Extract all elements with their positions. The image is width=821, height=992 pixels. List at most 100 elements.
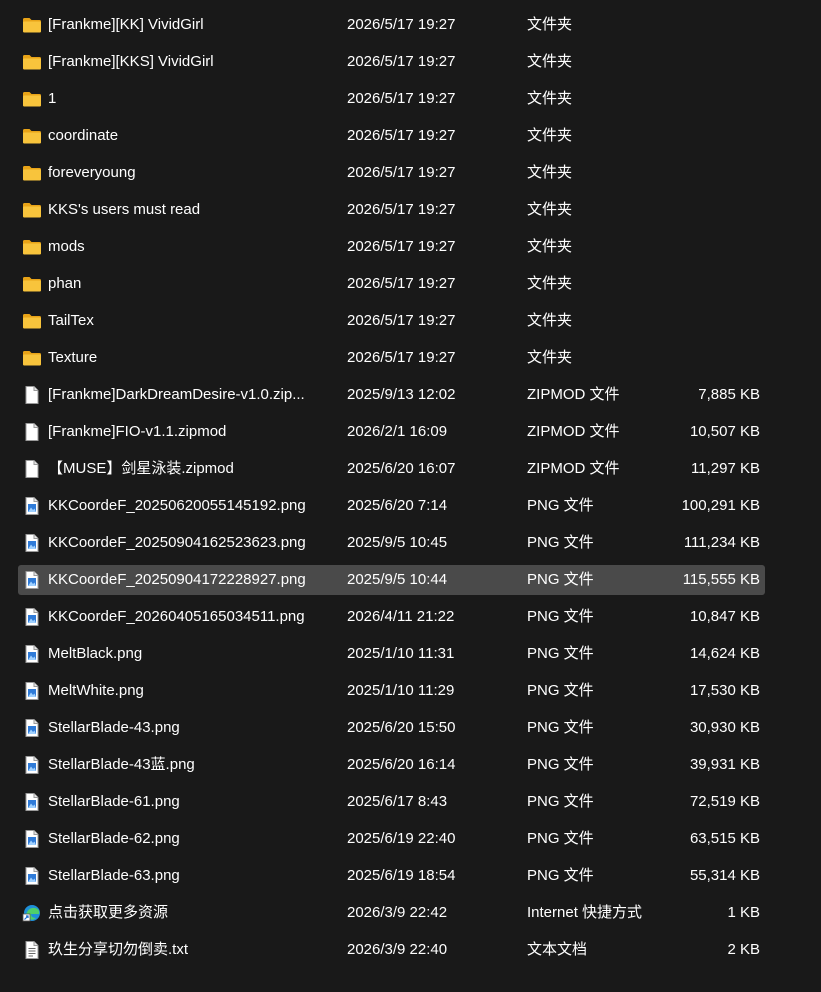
folder-icon: [22, 275, 42, 293]
file-date-modified: 2025/9/13 12:02: [347, 386, 456, 403]
file-name: 玖生分享切勿倒卖.txt: [48, 941, 189, 958]
file-row[interactable]: MeltBlack.png 2025/1/10 11:31 PNG 文件 14,624…: [18, 639, 765, 669]
file-row[interactable]: 玖生分享切勿倒卖.txt 2026/3/9 22:40 文本文档 2 KB: [18, 935, 765, 965]
edge-shortcut-icon: [22, 904, 42, 922]
file-row[interactable]: KKCoordeF_20260405165034511.png 2026/4/11…: [18, 602, 765, 632]
file-row[interactable]: KKCoordeF_20250904172228927.png 2025/9/5 …: [18, 565, 765, 595]
file-row[interactable]: 点击获取更多资源 2026/3/9 22:42 Internet 快捷方式 1 KB: [18, 898, 765, 928]
file-date-modified: 2026/3/9 22:40: [347, 941, 448, 958]
file-date-modified: 2026/2/1 16:09: [347, 423, 448, 440]
file-type: 文件夹: [527, 127, 573, 144]
file-type: 文件夹: [527, 16, 573, 33]
file-row[interactable]: coordinate 2026/5/17 19:27 文件夹: [18, 121, 765, 151]
file-type: 文件夹: [527, 312, 573, 329]
file-date-modified: 2026/5/17 19:27: [347, 90, 456, 107]
file-icon: [22, 460, 42, 478]
file-row[interactable]: [Frankme][KKS] VividGirl 2026/5/17 19:27 文…: [18, 47, 765, 77]
file-row[interactable]: [Frankme]FIO-v1.1.zipmod 2026/2/1 16:09 ZI…: [18, 417, 765, 447]
file-date-modified: 2026/5/17 19:27: [347, 238, 456, 255]
file-date-modified: 2026/5/17 19:27: [347, 164, 456, 181]
file-row[interactable]: mods 2026/5/17 19:27 文件夹: [18, 232, 765, 262]
file-type: 文件夹: [527, 164, 573, 181]
file-type: Internet 快捷方式: [527, 904, 643, 921]
file-name: [Frankme]DarkDreamDesire-v1.0.zip...: [48, 386, 305, 403]
file-row[interactable]: KKCoordeF_20250620055145192.png 2025/6/20…: [18, 491, 765, 521]
file-name: KKCoordeF_20250904172228927.png: [48, 571, 306, 588]
file-name: StellarBlade-61.png: [48, 793, 180, 810]
file-date-modified: 2026/3/9 22:42: [347, 904, 448, 921]
file-row[interactable]: Texture 2026/5/17 19:27 文件夹: [18, 343, 765, 373]
file-type: PNG 文件: [527, 497, 594, 514]
file-size: 1 KB: [727, 904, 760, 921]
file-name: phan: [48, 275, 82, 292]
file-row[interactable]: StellarBlade-63.png 2025/6/19 18:54 PNG 文件…: [18, 861, 765, 891]
file-name: [Frankme][KK] VividGirl: [48, 16, 204, 33]
file-type: PNG 文件: [527, 682, 594, 699]
file-size: 39,931 KB: [689, 756, 760, 773]
file-size: 10,847 KB: [689, 608, 760, 625]
file-date-modified: 2026/5/17 19:27: [347, 201, 456, 218]
file-name: StellarBlade-63.png: [48, 867, 180, 884]
file-name: 点击获取更多资源: [48, 904, 169, 921]
file-type: PNG 文件: [527, 608, 594, 625]
file-type: 文件夹: [527, 349, 573, 366]
file-name: KKCoordeF_20250620055145192.png: [48, 497, 306, 514]
image-file-icon: [22, 756, 42, 774]
file-row[interactable]: StellarBlade-61.png 2025/6/17 8:43 PNG 文件 7…: [18, 787, 765, 817]
file-name: [Frankme][KKS] VividGirl: [48, 53, 214, 70]
folder-icon: [22, 201, 42, 219]
file-row[interactable]: KKCoordeF_20250904162523623.png 2025/9/5 …: [18, 528, 765, 558]
file-name: MeltWhite.png: [48, 682, 144, 699]
file-name: StellarBlade-62.png: [48, 830, 180, 847]
file-date-modified: 2025/6/19 22:40: [347, 830, 456, 847]
folder-icon: [22, 53, 42, 71]
image-file-icon: [22, 867, 42, 885]
file-row[interactable]: 1 2026/5/17 19:27 文件夹: [18, 84, 765, 114]
image-file-icon: [22, 645, 42, 663]
file-name: coordinate: [48, 127, 119, 144]
file-size: 55,314 KB: [689, 867, 760, 884]
image-file-icon: [22, 719, 42, 737]
file-date-modified: 2025/6/20 7:14: [347, 497, 448, 514]
file-row[interactable]: 【MUSE】剑星泳装.zipmod 2025/6/20 16:07 ZIPMOD 文…: [18, 454, 765, 484]
folder-icon: [22, 90, 42, 108]
folder-icon: [22, 312, 42, 330]
file-row[interactable]: StellarBlade-62.png 2025/6/19 22:40 PNG 文件…: [18, 824, 765, 854]
file-row[interactable]: TailTex 2026/5/17 19:27 文件夹: [18, 306, 765, 336]
file-date-modified: 2025/6/17 8:43: [347, 793, 448, 810]
file-row[interactable]: [Frankme][KK] VividGirl 2026/5/17 19:27 文件…: [18, 10, 765, 40]
file-date-modified: 2025/9/5 10:45: [347, 534, 448, 551]
file-name: 【MUSE】剑星泳装.zipmod: [48, 460, 234, 477]
file-date-modified: 2026/5/17 19:27: [347, 127, 456, 144]
file-name: [Frankme]FIO-v1.1.zipmod: [48, 423, 227, 440]
file-size: 2 KB: [727, 941, 760, 958]
file-name: StellarBlade-43.png: [48, 719, 180, 736]
file-row[interactable]: StellarBlade-43蓝.png 2025/6/20 16:14 PNG 文…: [18, 750, 765, 780]
image-file-icon: [22, 534, 42, 552]
file-type: PNG 文件: [527, 793, 594, 810]
file-size: 14,624 KB: [689, 645, 760, 662]
file-list: [Frankme][KK] VividGirl 2026/5/17 19:27 文件…: [0, 0, 821, 992]
file-name: mods: [48, 238, 85, 255]
file-size: 17,530 KB: [689, 682, 760, 699]
file-row[interactable]: MeltWhite.png 2025/1/10 11:29 PNG 文件 17,530…: [18, 676, 765, 706]
file-date-modified: 2025/1/10 11:31: [347, 645, 455, 662]
file-row[interactable]: foreveryoung 2026/5/17 19:27 文件夹: [18, 158, 765, 188]
file-size: 111,234 KB: [683, 534, 760, 551]
file-size: 63,515 KB: [689, 830, 760, 847]
file-row[interactable]: StellarBlade-43.png 2025/6/20 15:50 PNG 文件…: [18, 713, 765, 743]
file-type: 文件夹: [527, 275, 573, 292]
file-date-modified: 2025/1/10 11:29: [347, 682, 455, 699]
image-file-icon: [22, 830, 42, 848]
file-type: PNG 文件: [527, 830, 594, 847]
file-icon: [22, 386, 42, 404]
file-row[interactable]: [Frankme]DarkDreamDesire-v1.0.zip... 2025…: [18, 380, 765, 410]
file-type: PNG 文件: [527, 756, 594, 773]
folder-icon: [22, 349, 42, 367]
file-size: 30,930 KB: [689, 719, 760, 736]
file-type: PNG 文件: [527, 571, 594, 588]
file-name: KKCoordeF_20250904162523623.png: [48, 534, 306, 551]
file-row[interactable]: phan 2026/5/17 19:27 文件夹: [18, 269, 765, 299]
file-date-modified: 2025/6/20 16:14: [347, 756, 456, 773]
file-row[interactable]: KKS's users must read 2026/5/17 19:27 文件夹: [18, 195, 765, 225]
